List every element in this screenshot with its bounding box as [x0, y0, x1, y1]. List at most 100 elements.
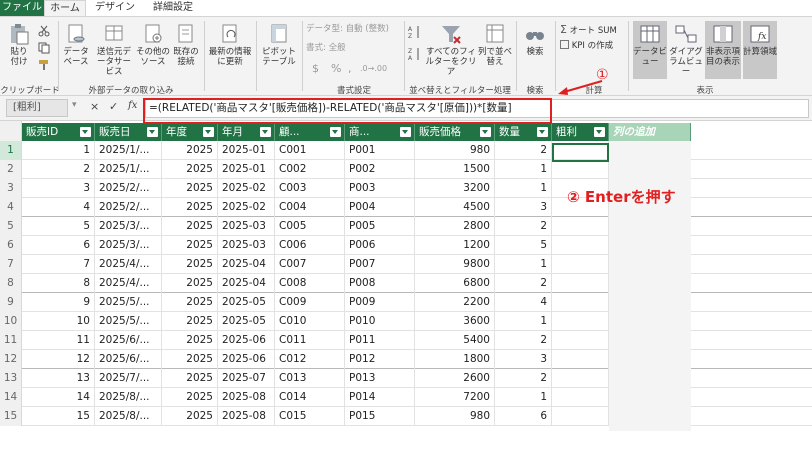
- tab-design[interactable]: デザイン: [92, 0, 138, 16]
- sort-descending-icon[interactable]: ZA: [408, 47, 422, 65]
- find-button[interactable]: 検索: [520, 23, 550, 57]
- table-cell[interactable]: 2: [495, 369, 552, 388]
- table-cell[interactable]: P009: [345, 293, 415, 312]
- table-cell[interactable]: 2025: [162, 312, 218, 331]
- table-cell[interactable]: 2025/4/...: [95, 255, 162, 274]
- currency-format-button[interactable]: $: [312, 63, 319, 74]
- table-cell[interactable]: 1: [495, 255, 552, 274]
- table-cell[interactable]: 2025-01: [218, 141, 275, 160]
- table-cell[interactable]: 2025: [162, 217, 218, 236]
- table-cell[interactable]: 1: [495, 179, 552, 198]
- table-cell[interactable]: 2025-03: [218, 217, 275, 236]
- table-cell[interactable]: C001: [275, 141, 345, 160]
- insert-function-button[interactable]: fx: [128, 100, 137, 111]
- row-number[interactable]: 6: [0, 236, 22, 255]
- table-cell[interactable]: 2025/7/...: [95, 369, 162, 388]
- table-cell[interactable]: 12: [22, 350, 95, 369]
- table-cell[interactable]: C005: [275, 217, 345, 236]
- table-cell[interactable]: 2025: [162, 198, 218, 217]
- table-cell[interactable]: 3600: [415, 312, 495, 331]
- row-number[interactable]: 3: [0, 179, 22, 198]
- filter-dropdown-icon[interactable]: [147, 127, 158, 137]
- table-cell[interactable]: C009: [275, 293, 345, 312]
- table-cell[interactable]: 2025-04: [218, 255, 275, 274]
- column-header-col-customer[interactable]: 顧...: [275, 123, 345, 141]
- table-cell[interactable]: 2: [495, 141, 552, 160]
- table-cell[interactable]: 2025/3/...: [95, 217, 162, 236]
- table-cell[interactable]: 5: [495, 236, 552, 255]
- table-cell[interactable]: 2025/8/...: [95, 407, 162, 426]
- selected-cell[interactable]: [552, 143, 609, 162]
- table-cell[interactable]: 1: [495, 160, 552, 179]
- row-number[interactable]: 4: [0, 198, 22, 217]
- comma-format-button[interactable]: ,: [348, 63, 352, 74]
- table-cell[interactable]: C012: [275, 350, 345, 369]
- table-cell[interactable]: 2025-03: [218, 236, 275, 255]
- table-cell[interactable]: P010: [345, 312, 415, 331]
- table-cell[interactable]: 2025/5/...: [95, 312, 162, 331]
- table-cell[interactable]: 6: [22, 236, 95, 255]
- table-cell[interactable]: 2025/1/...: [95, 160, 162, 179]
- name-box-dropdown-icon[interactable]: ▾: [72, 100, 77, 110]
- table-cell[interactable]: 1: [495, 388, 552, 407]
- filter-dropdown-icon[interactable]: [537, 127, 548, 137]
- table-cell[interactable]: [552, 236, 609, 255]
- table-cell[interactable]: 2025: [162, 274, 218, 293]
- sort-ascending-icon[interactable]: AZ: [408, 25, 422, 43]
- table-cell[interactable]: 2025: [162, 331, 218, 350]
- table-cell[interactable]: 2025-05: [218, 312, 275, 331]
- table-cell[interactable]: 2025-02: [218, 179, 275, 198]
- format-painter-icon[interactable]: [38, 59, 50, 75]
- table-cell[interactable]: P001: [345, 141, 415, 160]
- table-cell[interactable]: 2025: [162, 350, 218, 369]
- sort-by-column-button[interactable]: 列で並べ替え: [478, 23, 512, 67]
- table-cell[interactable]: [552, 293, 609, 312]
- table-cell[interactable]: 2: [495, 331, 552, 350]
- table-cell[interactable]: 9: [22, 293, 95, 312]
- table-cell[interactable]: 2: [22, 160, 95, 179]
- table-cell[interactable]: C015: [275, 407, 345, 426]
- tab-file[interactable]: ファイル: [0, 0, 44, 16]
- filter-dropdown-icon[interactable]: [80, 127, 91, 137]
- table-cell[interactable]: 7: [22, 255, 95, 274]
- table-cell[interactable]: 2025/2/...: [95, 179, 162, 198]
- table-cell[interactable]: 1: [22, 141, 95, 160]
- name-box[interactable]: [粗利]: [6, 99, 68, 117]
- table-cell[interactable]: 4500: [415, 198, 495, 217]
- row-number[interactable]: 10: [0, 312, 22, 331]
- table-cell[interactable]: 2025-06: [218, 331, 275, 350]
- table-cell[interactable]: [552, 407, 609, 426]
- table-cell[interactable]: 2025/2/...: [95, 198, 162, 217]
- tab-home[interactable]: ホーム: [44, 0, 86, 16]
- data-view-button[interactable]: データビュー: [633, 21, 667, 79]
- table-cell[interactable]: P012: [345, 350, 415, 369]
- table-cell[interactable]: 6800: [415, 274, 495, 293]
- table-cell[interactable]: 7200: [415, 388, 495, 407]
- column-header-col-sales-price[interactable]: 販売価格: [415, 123, 495, 141]
- table-cell[interactable]: 2025-01: [218, 160, 275, 179]
- table-cell[interactable]: 3200: [415, 179, 495, 198]
- table-cell[interactable]: 1500: [415, 160, 495, 179]
- row-number[interactable]: 5: [0, 217, 22, 236]
- data-type-dropdown[interactable]: データ型: 自動 (整数): [306, 24, 389, 35]
- calc-area-button[interactable]: fx 計算領域: [743, 21, 777, 79]
- table-cell[interactable]: 2800: [415, 217, 495, 236]
- add-column-area[interactable]: [609, 141, 691, 431]
- table-cell[interactable]: 2025: [162, 179, 218, 198]
- table-cell[interactable]: 2025-07: [218, 369, 275, 388]
- table-cell[interactable]: [552, 274, 609, 293]
- table-cell[interactable]: 14: [22, 388, 95, 407]
- table-cell[interactable]: 2025: [162, 388, 218, 407]
- table-cell[interactable]: 11: [22, 331, 95, 350]
- column-header-col-sales-date[interactable]: 販売日: [95, 123, 162, 141]
- table-cell[interactable]: 1: [495, 312, 552, 331]
- table-cell[interactable]: [552, 350, 609, 369]
- existing-connections-button[interactable]: 既存の接続: [171, 23, 201, 67]
- format-dropdown[interactable]: 書式: 全般: [306, 43, 346, 54]
- table-cell[interactable]: P014: [345, 388, 415, 407]
- cut-icon[interactable]: [38, 25, 50, 41]
- table-cell[interactable]: 2025: [162, 293, 218, 312]
- table-cell[interactable]: 3: [495, 198, 552, 217]
- increase-decimal-icon[interactable]: .0→.00: [360, 63, 387, 74]
- table-cell[interactable]: 5: [22, 217, 95, 236]
